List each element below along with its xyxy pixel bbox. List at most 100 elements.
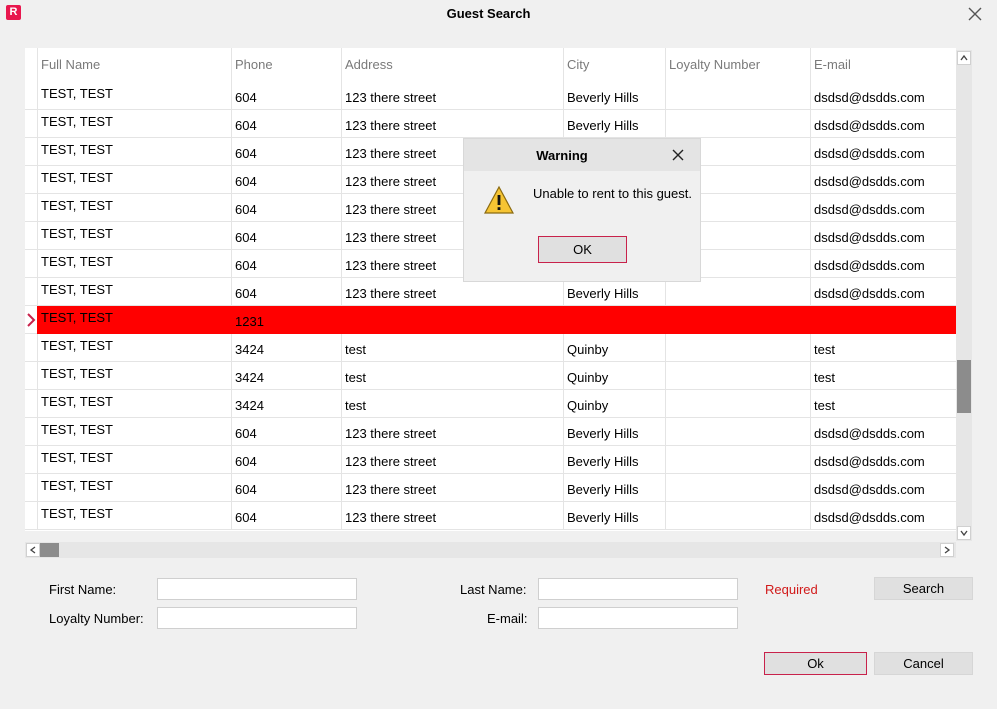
table-row[interactable]: TEST, TEST 604 123 there street Beverly Hil… <box>25 278 956 306</box>
cell-loyalty-number[interactable] <box>665 446 810 474</box>
cell-address[interactable] <box>341 306 563 334</box>
dialog-ok-button[interactable]: OK <box>538 236 627 263</box>
row-indicator[interactable] <box>25 278 37 306</box>
cell-loyalty-number[interactable] <box>665 110 810 138</box>
cell-city[interactable]: Beverly Hills <box>563 82 665 110</box>
cell-phone[interactable]: 604 <box>231 502 341 530</box>
table-row-selected[interactable]: TEST, TEST 1231 <box>25 306 956 334</box>
cell-full-name[interactable]: TEST, TEST <box>37 194 231 222</box>
cell-email[interactable]: dsdsd@dsdds.com <box>810 250 956 278</box>
column-header-loyalty-number[interactable]: Loyalty Number <box>665 48 810 82</box>
cell-phone[interactable]: 604 <box>231 250 341 278</box>
cell-full-name[interactable]: TEST, TEST <box>37 138 231 166</box>
cell-loyalty-number[interactable] <box>665 418 810 446</box>
table-row[interactable]: TEST, TEST 3424 test Quinby test <box>25 390 956 418</box>
cell-loyalty-number[interactable] <box>665 334 810 362</box>
cell-city[interactable]: Beverly Hills <box>563 446 665 474</box>
cell-address[interactable]: 123 there street <box>341 278 563 306</box>
cell-email[interactable]: dsdsd@dsdds.com <box>810 502 956 530</box>
column-header-phone[interactable]: Phone <box>231 48 341 82</box>
cell-city[interactable]: Beverly Hills <box>563 110 665 138</box>
cell-full-name[interactable]: TEST, TEST <box>37 334 231 362</box>
cell-loyalty-number[interactable] <box>665 306 810 334</box>
row-indicator[interactable] <box>25 306 37 334</box>
cell-phone[interactable]: 604 <box>231 446 341 474</box>
cell-loyalty-number[interactable] <box>665 474 810 502</box>
cell-full-name[interactable]: TEST, TEST <box>37 390 231 418</box>
cell-email[interactable]: dsdsd@dsdds.com <box>810 110 956 138</box>
cell-phone[interactable]: 3424 <box>231 334 341 362</box>
column-header-full-name[interactable]: Full Name <box>37 48 231 82</box>
cell-loyalty-number[interactable] <box>665 390 810 418</box>
cell-address[interactable]: 123 there street <box>341 418 563 446</box>
cell-city[interactable]: Quinby <box>563 390 665 418</box>
row-indicator[interactable] <box>25 250 37 278</box>
cell-phone[interactable]: 604 <box>231 138 341 166</box>
table-row[interactable]: TEST, TEST 604 123 there street Beverly Hil… <box>25 110 956 138</box>
row-indicator[interactable] <box>25 362 37 390</box>
table-row[interactable]: TEST, TEST 604 123 there street Beverly Hil… <box>25 502 956 530</box>
table-row[interactable]: TEST, TEST 3424 test Quinby test <box>25 334 956 362</box>
cell-phone[interactable]: 604 <box>231 222 341 250</box>
column-header-city[interactable]: City <box>563 48 665 82</box>
row-indicator[interactable] <box>25 446 37 474</box>
cell-email[interactable]: dsdsd@dsdds.com <box>810 278 956 306</box>
cell-address[interactable]: test <box>341 334 563 362</box>
scroll-up-button[interactable] <box>957 51 971 65</box>
last-name-field[interactable] <box>538 578 738 600</box>
vertical-scrollbar[interactable] <box>956 50 972 541</box>
cell-address[interactable]: 123 there street <box>341 446 563 474</box>
table-row[interactable]: TEST, TEST 604 123 there street Beverly Hil… <box>25 418 956 446</box>
vertical-scroll-thumb[interactable] <box>957 360 971 413</box>
cell-city[interactable] <box>563 306 665 334</box>
ok-button[interactable]: Ok <box>764 652 867 675</box>
row-indicator[interactable] <box>25 194 37 222</box>
cell-loyalty-number[interactable] <box>665 278 810 306</box>
cell-full-name[interactable]: TEST, TEST <box>37 82 231 110</box>
row-indicator[interactable] <box>25 502 37 530</box>
cell-phone[interactable]: 604 <box>231 110 341 138</box>
cell-full-name[interactable]: TEST, TEST <box>37 362 231 390</box>
column-header-email[interactable]: E-mail <box>810 48 956 82</box>
cell-email[interactable]: dsdsd@dsdds.com <box>810 194 956 222</box>
cell-phone[interactable]: 1231 <box>231 306 341 334</box>
scroll-down-button[interactable] <box>957 526 971 540</box>
cell-full-name[interactable]: TEST, TEST <box>37 418 231 446</box>
cell-phone[interactable]: 604 <box>231 474 341 502</box>
loyalty-number-field[interactable] <box>157 607 357 629</box>
cell-full-name[interactable]: TEST, TEST <box>37 446 231 474</box>
table-row[interactable]: TEST, TEST 604 123 there street Beverly Hil… <box>25 474 956 502</box>
table-row[interactable]: TEST, TEST 3424 test Quinby test <box>25 362 956 390</box>
cell-loyalty-number[interactable] <box>665 362 810 390</box>
scroll-left-button[interactable] <box>26 543 40 557</box>
cell-phone[interactable]: 604 <box>231 278 341 306</box>
cell-full-name[interactable]: TEST, TEST <box>37 502 231 530</box>
cell-address[interactable]: 123 there street <box>341 502 563 530</box>
cell-loyalty-number[interactable] <box>665 502 810 530</box>
row-indicator[interactable] <box>25 418 37 446</box>
cell-full-name[interactable]: TEST, TEST <box>37 306 231 334</box>
cell-phone[interactable]: 604 <box>231 418 341 446</box>
dialog-close-button[interactable] <box>669 146 687 164</box>
cell-address[interactable]: test <box>341 390 563 418</box>
cell-email[interactable] <box>810 306 956 334</box>
cell-email[interactable]: test <box>810 390 956 418</box>
cell-address[interactable]: 123 there street <box>341 82 563 110</box>
cell-loyalty-number[interactable] <box>665 82 810 110</box>
cell-phone[interactable]: 604 <box>231 166 341 194</box>
cell-email[interactable]: test <box>810 334 956 362</box>
cell-city[interactable]: Quinby <box>563 334 665 362</box>
row-indicator[interactable] <box>25 138 37 166</box>
cell-email[interactable]: dsdsd@dsdds.com <box>810 446 956 474</box>
cell-email[interactable]: dsdsd@dsdds.com <box>810 138 956 166</box>
cell-address[interactable]: 123 there street <box>341 474 563 502</box>
row-indicator[interactable] <box>25 334 37 362</box>
window-close-button[interactable] <box>965 4 985 24</box>
horizontal-scroll-thumb[interactable] <box>40 543 59 557</box>
cell-phone[interactable]: 3424 <box>231 362 341 390</box>
cell-address[interactable]: 123 there street <box>341 110 563 138</box>
cell-email[interactable]: dsdsd@dsdds.com <box>810 166 956 194</box>
cell-address[interactable]: test <box>341 362 563 390</box>
cell-city[interactable]: Beverly Hills <box>563 474 665 502</box>
horizontal-scrollbar[interactable] <box>25 542 956 558</box>
